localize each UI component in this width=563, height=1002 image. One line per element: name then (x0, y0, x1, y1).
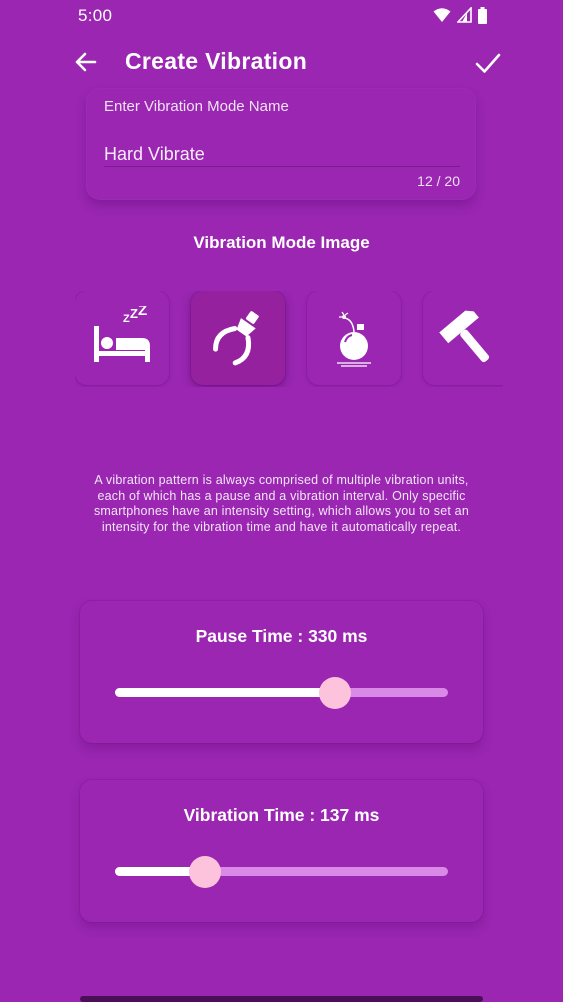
confirm-button[interactable] (471, 46, 505, 80)
hammer-icon (439, 310, 490, 363)
name-input-underline (104, 166, 460, 167)
electric-plug-icon (213, 311, 259, 366)
name-input[interactable]: Hard Vibrate (104, 144, 205, 165)
vibration-description: A vibration pattern is always comprised … (93, 473, 469, 534)
wifi-icon (433, 8, 451, 22)
vibration-time-card: Vibration Time : 137 ms (80, 780, 483, 922)
vibration-slider-thumb[interactable] (188, 856, 221, 888)
status-time: 5:00 (78, 6, 113, 25)
arrow-left-icon (75, 52, 97, 72)
bomb-icon (337, 311, 371, 367)
pause-time-card: Pause Time : 330 ms (80, 601, 483, 743)
image-tile-hammer[interactable] (423, 291, 503, 385)
char-counter: 12 / 20 (417, 173, 460, 189)
image-section-title: Vibration Mode Image (193, 233, 370, 252)
status-icons (433, 6, 487, 24)
svg-text:Z: Z (123, 313, 130, 325)
svg-text:Z: Z (138, 306, 147, 319)
image-tile-plug[interactable] (191, 291, 285, 385)
status-bar: 5:00 (0, 0, 563, 32)
check-icon (475, 53, 501, 73)
image-tile-bomb[interactable] (307, 291, 401, 385)
name-field-label: Enter Vibration Mode Name (104, 98, 289, 115)
app-bar: Create Vibration (0, 32, 563, 94)
image-picker-row: Z Z Z (75, 291, 503, 387)
pause-slider-fill (115, 688, 335, 697)
image-tile-sleep[interactable]: Z Z Z (75, 291, 169, 385)
pause-slider-thumb[interactable] (318, 677, 351, 709)
pause-time-slider[interactable] (115, 677, 448, 709)
pause-time-label: Pause Time : 330 ms (195, 626, 368, 646)
vibration-time-slider[interactable] (115, 856, 448, 888)
svg-text:Z: Z (130, 306, 138, 321)
signal-icon (457, 7, 472, 23)
back-button[interactable] (70, 46, 102, 78)
vibration-time-label: Vibration Time : 137 ms (183, 805, 380, 825)
sleeping-bed-icon: Z Z Z (94, 306, 150, 362)
battery-icon (478, 6, 487, 24)
page-title: Create Vibration (125, 48, 308, 74)
bottom-card-edge (80, 996, 483, 1002)
name-card: Enter Vibration Mode Name Hard Vibrate 1… (86, 88, 476, 200)
